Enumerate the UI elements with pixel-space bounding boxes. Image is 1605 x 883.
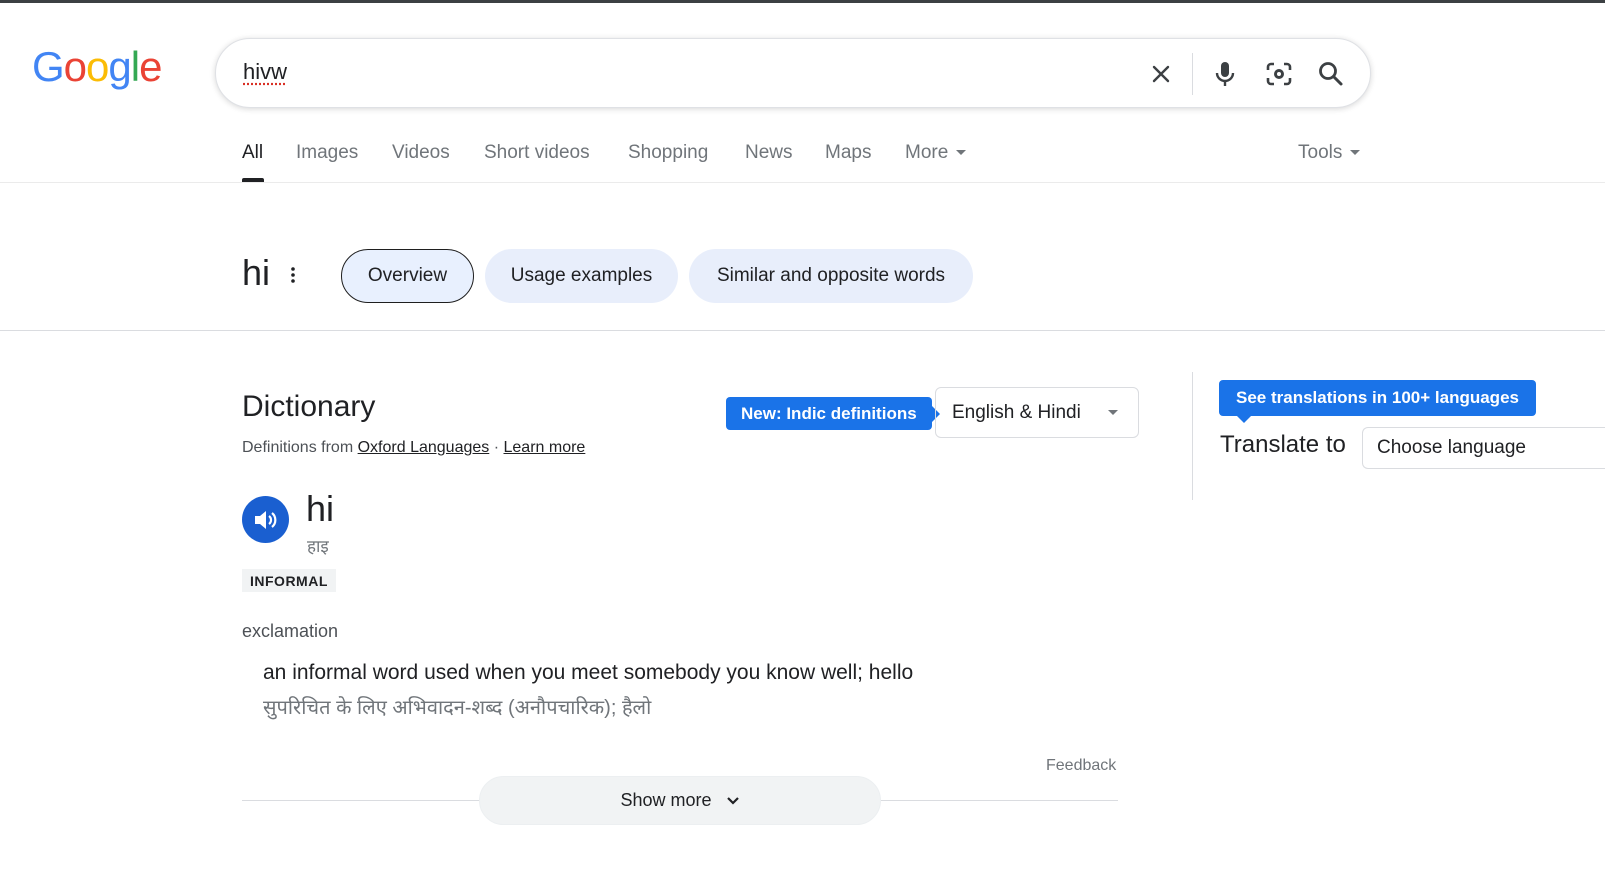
speaker-icon [254,510,276,529]
tab-more[interactable]: More [905,142,967,164]
oxford-languages-link[interactable]: Oxford Languages [358,439,490,456]
pronunciation-speaker-button[interactable] [242,496,289,543]
tab-videos[interactable]: Videos [392,142,450,164]
tab-more-label: More [905,142,949,163]
chevron-down-icon [1108,410,1118,415]
header-divider [0,330,1605,331]
tools-label: Tools [1298,142,1343,163]
logo-letter: l [130,43,140,90]
translate-to-label: Translate to [1220,431,1346,458]
more-options-icon[interactable] [289,266,297,284]
top-border [0,0,1605,3]
language-pair-value: English & Hindi [952,401,1081,423]
translations-badge: See translations in 100+ languages [1219,380,1536,423]
dictionary-source: Definitions from Oxford Languages · Lear… [242,439,585,457]
tab-images[interactable]: Images [296,142,358,164]
learn-more-link[interactable]: Learn more [504,439,586,456]
chevron-down-icon [1350,150,1361,156]
source-prefix: Definitions from [242,439,354,456]
search-icon[interactable] [1313,56,1349,92]
definition-hindi: सुपरिचित के लिए अभिवादन-शब्द (अनौपचारिक)… [263,697,652,719]
show-more-label: Show more [620,790,712,810]
google-logo[interactable]: Google [32,43,162,90]
close-icon[interactable] [1143,56,1179,92]
camera-lens-icon[interactable] [1261,56,1297,92]
logo-letter: e [139,43,162,90]
microphone-icon[interactable] [1207,56,1243,92]
tabs-divider [0,182,1605,183]
logo-letter: o [63,43,87,90]
tools-button[interactable]: Tools [1298,142,1361,164]
logo-letter: o [86,43,109,90]
tab-short-videos[interactable]: Short videos [484,142,590,164]
search-input[interactable]: hivw [243,59,287,85]
dictionary-title: Dictionary [242,390,376,423]
chip-overview[interactable]: Overview [341,249,474,303]
logo-letter: g [108,43,131,90]
column-divider [1192,372,1193,500]
tab-news[interactable]: News [745,142,793,164]
source-separator: · [493,439,500,456]
logo-letter: G [32,43,65,90]
chevron-down-icon [726,796,739,805]
feedback-link[interactable]: Feedback [1046,757,1116,775]
tab-shopping[interactable]: Shopping [628,142,708,164]
tab-maps[interactable]: Maps [825,142,871,164]
chip-similar-opposite-words[interactable]: Similar and opposite words [689,249,973,303]
headword: hi [306,488,335,529]
search-divider [1192,53,1193,95]
chevron-down-icon [956,150,967,156]
tab-all[interactable]: All [242,142,263,164]
word-heading: hi [242,252,271,293]
language-pair-select[interactable]: English & Hindi [935,387,1139,438]
search-box[interactable]: hivw [215,38,1371,108]
register-label: INFORMAL [242,569,336,592]
choose-language-select[interactable]: Choose language [1362,427,1605,469]
show-more-button[interactable]: Show more [479,776,881,825]
indic-definitions-badge: New: Indic definitions [726,397,940,430]
definition-text: an informal word used when you meet some… [263,661,914,684]
phonetic-spelling: हाइ [307,537,329,556]
chip-usage-examples[interactable]: Usage examples [485,249,678,303]
part-of-speech: exclamation [242,621,339,641]
